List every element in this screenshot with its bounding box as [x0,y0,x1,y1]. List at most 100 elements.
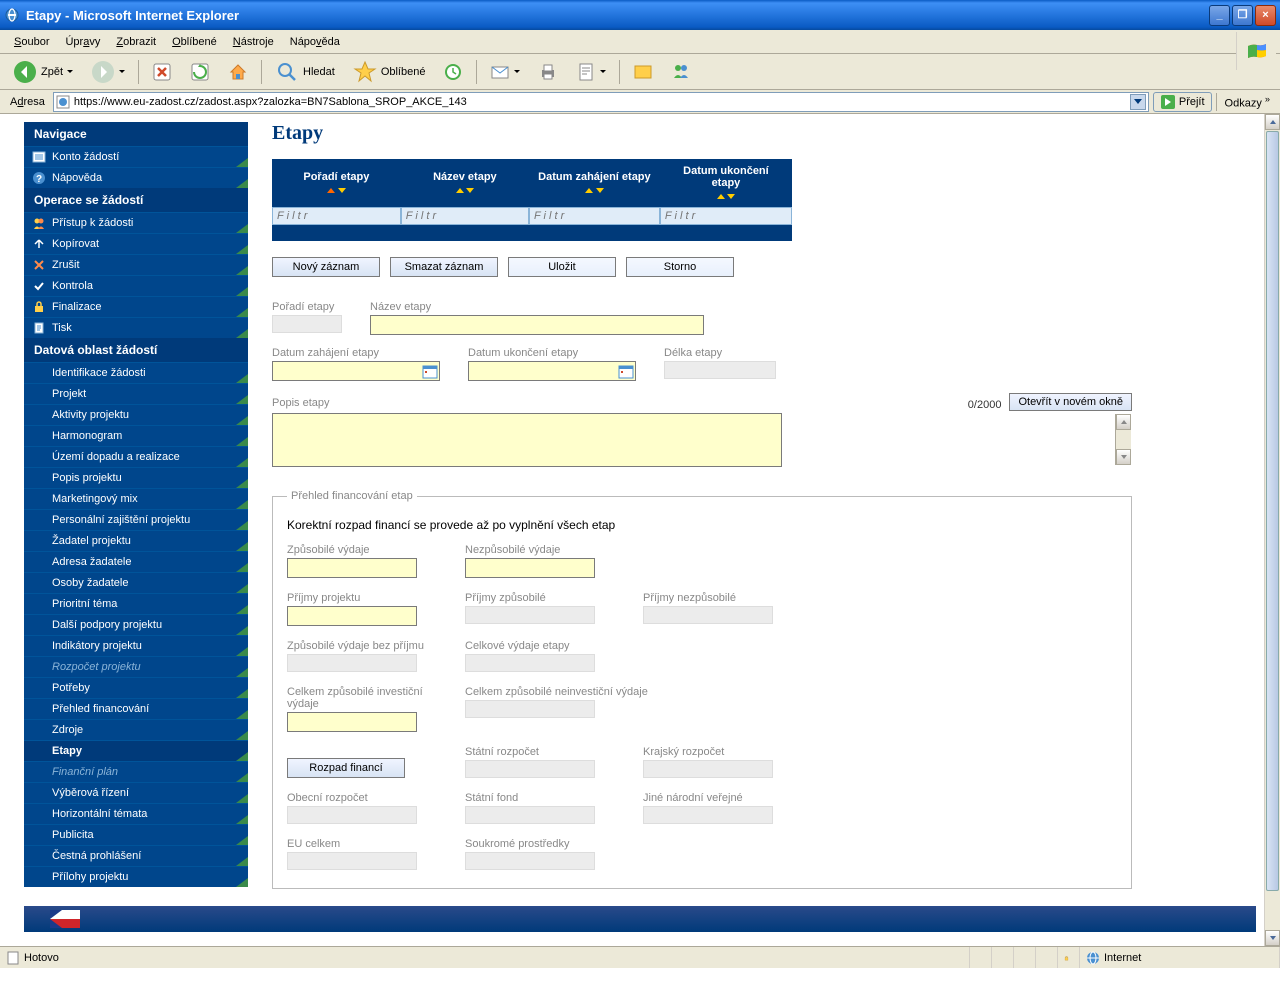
sidebar-item[interactable]: Adresa žadatele [24,551,248,572]
links-label[interactable]: Odkazy » [1221,94,1274,110]
sidebar-item[interactable]: Další podpory projektu [24,614,248,635]
sidebar-item[interactable]: Přístup k žádosti [24,212,248,233]
sidebar-item[interactable]: ?Nápověda [24,167,248,188]
restore-button[interactable]: ❐ [1232,5,1253,26]
filter-input[interactable] [660,207,792,225]
sidebar-item[interactable]: Výběrová řízení [24,782,248,803]
sidebar-item[interactable]: Prioritní téma [24,593,248,614]
page-scrollbar[interactable] [1264,114,1280,946]
new-record-button[interactable]: Nový záznam [272,257,380,277]
minimize-button[interactable]: _ [1209,5,1230,26]
messenger-button[interactable] [664,59,698,85]
table-header[interactable]: Datum zahájení etapy [529,159,660,207]
home-button[interactable] [221,59,255,85]
sidebar-item[interactable]: Potřeby [24,677,248,698]
sidebar-item[interactable]: Indikátory projektu [24,635,248,656]
textarea-popis[interactable] [272,413,782,467]
sidebar-item[interactable]: Horizontální témata [24,803,248,824]
input-celk-neinv [465,700,595,718]
sidebar-item-label: Kontrola [52,280,93,292]
input-prijmy-proj[interactable] [287,606,417,626]
sidebar-item[interactable]: Etapy [24,740,248,761]
input-datum-ukonceni[interactable] [468,361,636,381]
sidebar-item[interactable]: Kontrola [24,275,248,296]
sidebar-item[interactable]: Žadatel projektu [24,530,248,551]
print-button[interactable] [531,59,565,85]
history-button[interactable] [436,59,470,85]
back-button[interactable]: Zpět [6,57,80,87]
url-input[interactable] [74,96,1126,108]
filter-input[interactable] [401,207,529,225]
mail-button[interactable] [483,59,527,85]
calendar-icon[interactable] [422,363,438,379]
label-datum-zahajeni: Datum zahájení etapy [272,347,440,359]
sidebar-item[interactable]: Přehled financování [24,698,248,719]
refresh-button[interactable] [183,59,217,85]
sidebar-item[interactable]: Tisk [24,317,248,338]
filter-input[interactable] [529,207,660,225]
sidebar-item[interactable]: Aktivity projektu [24,404,248,425]
cancel-button[interactable]: Storno [626,257,734,277]
sidebar-item[interactable]: Území dopadu a realizace [24,446,248,467]
menu-soubor[interactable]: Soubor [6,34,57,50]
page-icon [6,951,20,965]
input-nezpusobile[interactable] [465,558,595,578]
input-nazev[interactable] [370,315,704,335]
filter-input[interactable] [272,207,401,225]
url-dropdown[interactable] [1130,94,1146,110]
rozpad-button[interactable]: Rozpad financí [287,758,405,778]
sidebar-item[interactable]: Zdroje [24,719,248,740]
forward-button[interactable] [84,57,132,87]
textarea-scrollbar[interactable] [1115,414,1131,465]
delete-record-button[interactable]: Smazat záznam [390,257,498,277]
sidebar-item[interactable]: Rozpočet projektu [24,656,248,677]
table-header[interactable]: Pořadí etapy [272,159,401,207]
sidebar-item[interactable]: Zrušit [24,254,248,275]
search-button[interactable]: Hledat [268,57,342,87]
sidebar-item[interactable]: Identifikace žádosti [24,362,248,383]
menu-zobrazit[interactable]: Zobrazit [108,34,164,50]
sidebar-item[interactable]: Personální zajištění projektu [24,509,248,530]
sidebar-item[interactable]: Projekt [24,383,248,404]
menu-oblibene[interactable]: Oblíbené [164,34,225,50]
open-new-window-button[interactable]: Otevřít v novém okně [1009,393,1132,411]
url-box[interactable] [53,92,1149,112]
sidebar-item-label: Etapy [52,745,82,757]
stop-button[interactable] [145,59,179,85]
sidebar-header-data: Datová oblast žádostí [24,338,248,362]
edit-button[interactable] [569,59,613,85]
sidebar-item[interactable]: Kopírovat [24,233,248,254]
save-button[interactable]: Uložit [508,257,616,277]
input-datum-zahajeni[interactable] [272,361,440,381]
menu-upravy[interactable]: Úpravy [57,34,108,50]
input-prijmy-nezpus [643,606,773,624]
sidebar-item[interactable]: Osoby žadatele [24,572,248,593]
close-button[interactable]: × [1255,5,1276,26]
sidebar-item[interactable]: Přílohy projektu [24,866,248,887]
ie-icon [4,7,20,23]
sidebar-item[interactable]: Publicita [24,824,248,845]
sidebar-item[interactable]: Konto žádostí [24,146,248,167]
table-header[interactable]: Název etapy [401,159,529,207]
sidebar-item[interactable]: Marketingový mix [24,488,248,509]
input-zpusobile[interactable] [287,558,417,578]
calendar-icon[interactable] [618,363,634,379]
sidebar-item[interactable]: Harmonogram [24,425,248,446]
svg-text:?: ? [36,174,42,185]
label-jine: Jiné národní veřejné [643,792,813,804]
page-title: Etapy [272,122,1132,145]
sidebar-item[interactable]: Finanční plán [24,761,248,782]
discuss-button[interactable] [626,59,660,85]
input-statni-fond [465,806,595,824]
go-button[interactable]: Přejít [1153,92,1212,112]
menu-napoveda[interactable]: Nápověda [282,34,348,50]
menu-nastroje[interactable]: Nástroje [225,34,282,50]
menu-bar: Soubor Úpravy Zobrazit Oblíbené Nástroje… [0,30,1280,54]
input-statni-rozp [465,760,595,778]
table-header[interactable]: Datum ukončení etapy [660,159,792,207]
favorites-button[interactable]: Oblíbené [346,57,433,87]
sidebar-item[interactable]: Popis projektu [24,467,248,488]
sidebar-item[interactable]: Čestná prohlášení [24,845,248,866]
input-celk-inv[interactable] [287,712,417,732]
sidebar-item[interactable]: Finalizace [24,296,248,317]
